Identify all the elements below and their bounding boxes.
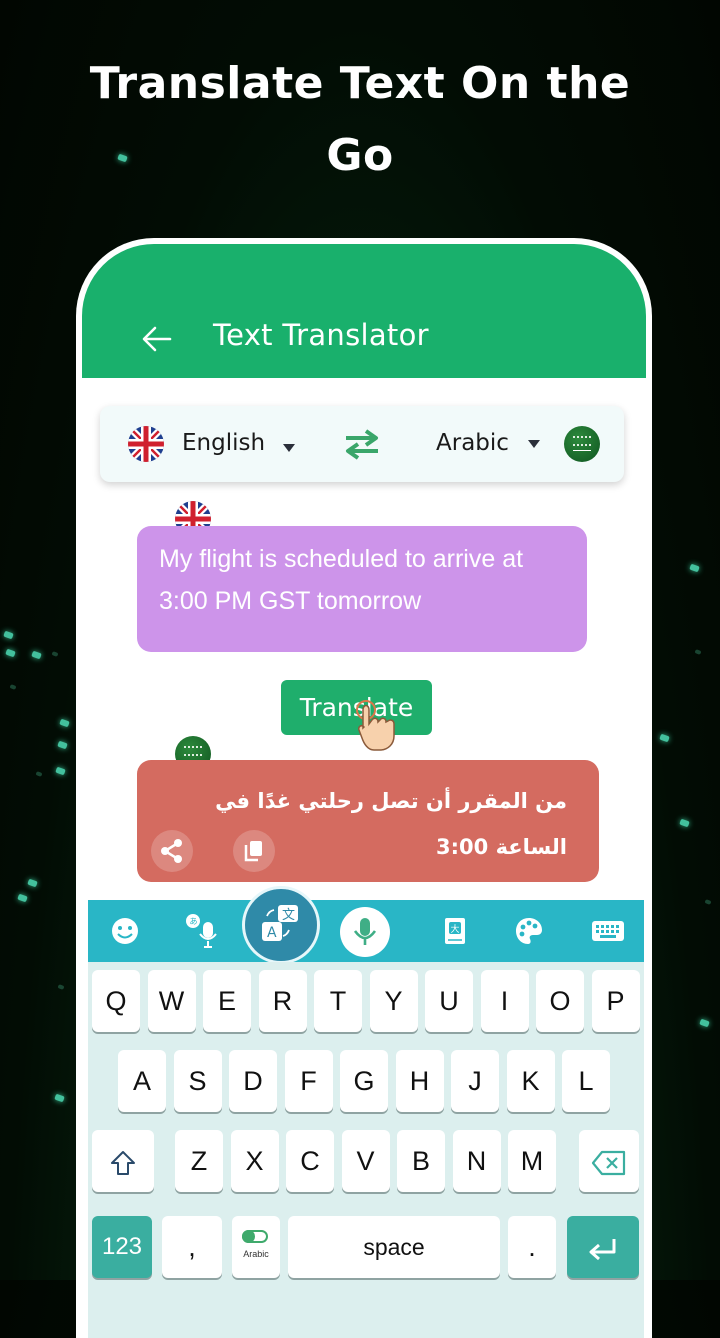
- key-x[interactable]: X: [230, 1130, 279, 1192]
- share-icon: [161, 839, 182, 863]
- tap-hand-icon: [356, 700, 395, 751]
- enter-key[interactable]: [567, 1216, 639, 1278]
- key-r[interactable]: R: [258, 970, 307, 1032]
- svg-text:A: A: [267, 925, 277, 941]
- comma-key[interactable]: ,: [162, 1216, 222, 1278]
- space-key[interactable]: space: [288, 1216, 500, 1278]
- key-d[interactable]: D: [229, 1050, 277, 1112]
- key-e[interactable]: E: [203, 970, 251, 1032]
- period-key[interactable]: .: [508, 1216, 556, 1278]
- key-f[interactable]: F: [284, 1050, 333, 1112]
- key-s[interactable]: S: [173, 1050, 222, 1112]
- key-k[interactable]: K: [506, 1050, 555, 1112]
- dictionary-icon[interactable]: 大: [438, 914, 472, 948]
- headline-line-2: Go: [326, 130, 394, 181]
- key-h[interactable]: H: [395, 1050, 444, 1112]
- keyboard-toolbar: あ 文 A 大: [88, 886, 644, 964]
- target-caret-down-icon[interactable]: [528, 440, 540, 448]
- page-title: Text Translator: [213, 318, 429, 352]
- shift-key[interactable]: [92, 1130, 154, 1192]
- key-u[interactable]: U: [425, 970, 473, 1032]
- app-bar: Text Translator: [82, 244, 646, 378]
- voice-translate-icon[interactable]: あ: [184, 912, 222, 950]
- key-w[interactable]: W: [147, 970, 196, 1032]
- source-text-bubble[interactable]: My flight is scheduled to arrive at 3:00…: [137, 526, 587, 652]
- source-text-line-2: 3:00 PM GST tomorrow: [159, 587, 422, 615]
- key-p[interactable]: P: [591, 970, 640, 1032]
- language-toggle-key[interactable]: Arabic: [232, 1216, 280, 1278]
- language-toggle-label: Arabic: [243, 1249, 269, 1259]
- translated-text-line-1: من المقرر أن تصل رحلتي غدًا في الساعة 3:…: [215, 789, 567, 859]
- numbers-key[interactable]: 123: [92, 1216, 152, 1278]
- key-q[interactable]: Q: [92, 970, 140, 1032]
- arrow-left-icon[interactable]: [140, 322, 174, 356]
- uk-flag-icon: [128, 426, 164, 462]
- swap-arrows-icon[interactable]: [344, 428, 380, 460]
- key-b[interactable]: B: [397, 1130, 445, 1192]
- translate-mode-button[interactable]: 文 A: [242, 886, 320, 964]
- microphone-icon: [353, 918, 377, 945]
- key-m[interactable]: M: [508, 1130, 556, 1192]
- copy-button[interactable]: [233, 830, 275, 872]
- promo-headline: Translate Text On the Go: [0, 48, 720, 192]
- key-g[interactable]: G: [340, 1050, 388, 1112]
- headline-line-1: Translate Text On the: [89, 58, 631, 109]
- voice-input-button[interactable]: [340, 907, 390, 957]
- key-y[interactable]: Y: [369, 970, 418, 1032]
- key-a[interactable]: A: [118, 1050, 166, 1112]
- key-o[interactable]: O: [536, 970, 584, 1032]
- key-c[interactable]: C: [286, 1130, 334, 1192]
- svg-text:大: 大: [451, 923, 460, 935]
- toggle-switch-icon: [242, 1230, 268, 1243]
- translate-icon: 文 A: [262, 905, 298, 941]
- svg-text:文: 文: [282, 908, 295, 923]
- key-z[interactable]: Z: [175, 1130, 223, 1192]
- key-i[interactable]: I: [480, 970, 529, 1032]
- keyboard-icon[interactable]: [590, 914, 626, 948]
- source-text-line-1: My flight is scheduled to arrive at: [159, 545, 524, 573]
- share-button[interactable]: [151, 830, 193, 872]
- shift-icon: [111, 1150, 135, 1175]
- svg-text:あ: あ: [190, 917, 198, 926]
- backspace-icon: [591, 1150, 626, 1175]
- key-t[interactable]: T: [314, 970, 362, 1032]
- target-language-select[interactable]: Arabic: [436, 430, 509, 456]
- emoji-icon[interactable]: [108, 914, 142, 948]
- translated-text-bubble[interactable]: من المقرر أن تصل رحلتي غدًا في الساعة 3:…: [137, 760, 599, 905]
- source-caret-down-icon[interactable]: [283, 444, 295, 452]
- palette-icon[interactable]: [512, 914, 546, 948]
- backspace-key[interactable]: [579, 1130, 639, 1192]
- language-selector-bar: English Arabic: [100, 406, 624, 482]
- keyboard: QWERTYUIOP ASDFGHJKL ZXCVBNM 123 , Arabi…: [88, 962, 644, 1338]
- key-v[interactable]: V: [341, 1130, 390, 1192]
- enter-icon: [589, 1238, 616, 1261]
- phone-mockup: Text Translator English Arabic My flight…: [76, 238, 652, 1338]
- saudi-flag-icon: [564, 426, 600, 462]
- copy-icon: [244, 841, 262, 862]
- source-language-select[interactable]: English: [182, 430, 265, 456]
- key-l[interactable]: L: [562, 1050, 610, 1112]
- key-j[interactable]: J: [451, 1050, 499, 1112]
- key-n[interactable]: N: [452, 1130, 501, 1192]
- translated-text: من المقرر أن تصل رحلتي غدًا في الساعة 3:…: [167, 778, 567, 916]
